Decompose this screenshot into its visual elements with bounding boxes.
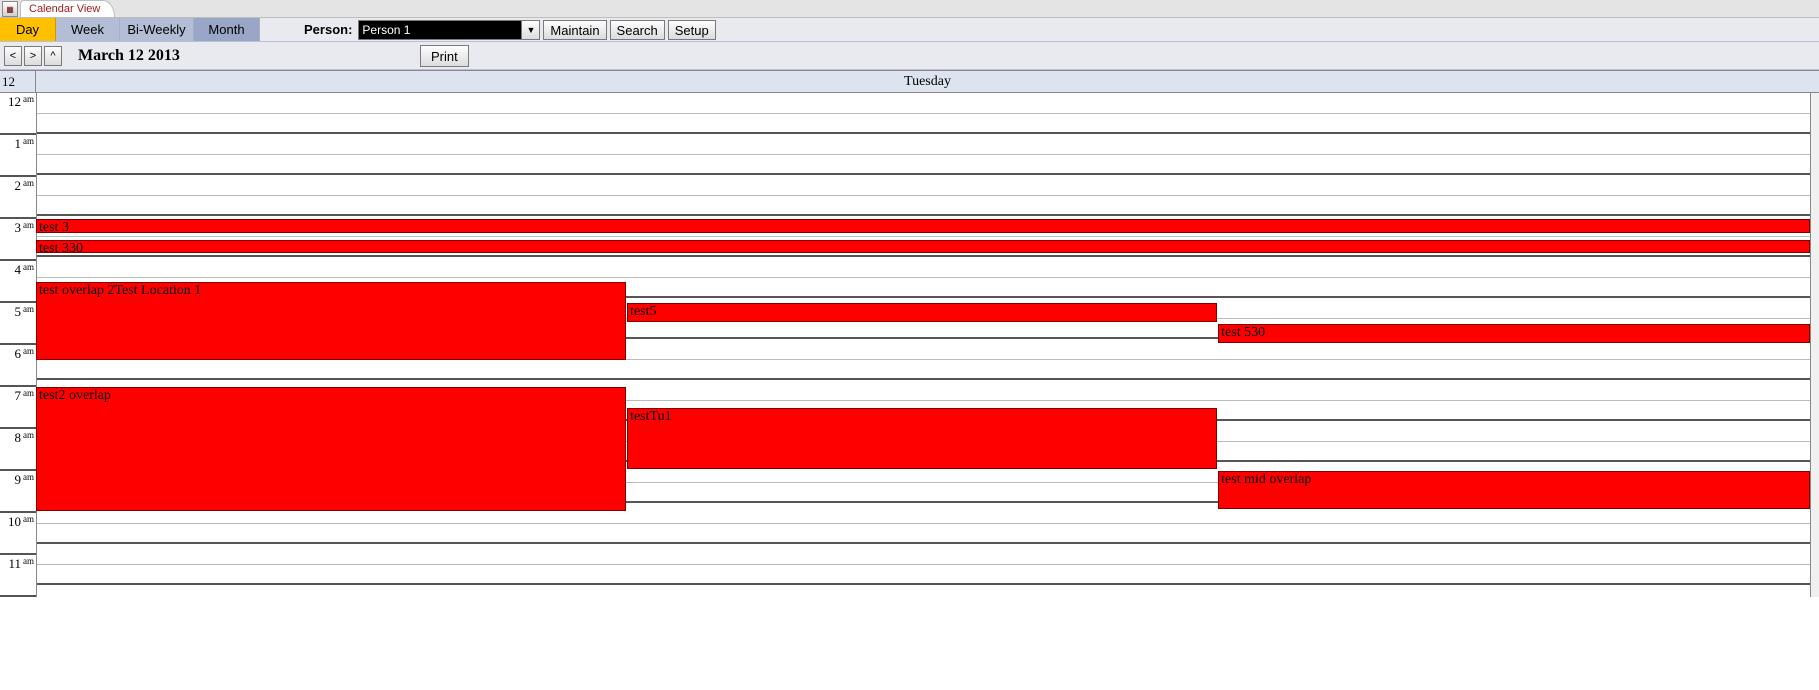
day-number-header: 12 — [0, 71, 36, 92]
view-tab-day[interactable]: Day — [0, 18, 56, 41]
time-gutter-hour: 4am — [0, 261, 36, 303]
nav-button-group: < > ^ — [4, 46, 62, 66]
day-name-header: Tuesday — [36, 71, 1819, 92]
calendar-event[interactable]: test 3 — [36, 219, 1810, 233]
calendar-event[interactable]: test overlap 2Test Location 1 — [36, 282, 626, 360]
time-gutter-hour: 9am — [0, 471, 36, 513]
calendar-body: 12am1am2am3am4am5am6am7am8am9am10am11am … — [0, 93, 1819, 597]
nav-up-button[interactable]: ^ — [44, 46, 62, 66]
time-gutter-hour: 2am — [0, 177, 36, 219]
calendar-toolbar: Day Week Bi-Weekly Month Person: Person … — [0, 18, 1819, 42]
view-tab-biweekly[interactable]: Bi-Weekly — [120, 18, 194, 41]
form-tab-label: Calendar View — [29, 3, 100, 15]
print-button[interactable]: Print — [420, 45, 469, 67]
events-layer: test 3 test 330 test overlap 2Test Locatio… — [36, 93, 1811, 597]
vertical-scrollbar[interactable] — [1811, 93, 1819, 597]
view-mode-tabs: Day Week Bi-Weekly Month — [0, 18, 260, 41]
calendar-event[interactable]: test5 — [627, 303, 1217, 322]
time-gutter-hour: 3am — [0, 219, 36, 261]
calendar-event[interactable]: test 330 — [36, 240, 1810, 253]
time-gutter-hour: 7am — [0, 387, 36, 429]
nav-next-button[interactable]: > — [24, 46, 42, 66]
person-combobox[interactable]: Person 1 ▼ — [358, 20, 540, 40]
time-gutter: 12am1am2am3am4am5am6am7am8am9am10am11am — [0, 93, 36, 597]
time-gutter-hour: 8am — [0, 429, 36, 471]
toolbar-spacer — [260, 18, 304, 41]
time-gutter-hour: 11am — [0, 555, 36, 597]
time-gutter-hour: 12am — [0, 93, 36, 135]
calendar-event[interactable]: test2 overlap — [36, 387, 626, 511]
form-tab-strip: ▦ Calendar View — [0, 0, 1819, 18]
calendar-grid: 12 Tuesday 12am1am2am3am4am5am6am7am8am9… — [0, 70, 1819, 597]
calendar-event[interactable]: test 530 — [1218, 324, 1810, 343]
view-tab-week[interactable]: Week — [56, 18, 120, 41]
time-gutter-hour: 6am — [0, 345, 36, 387]
calendar-header-row: < > ^ March 12 2013 Print — [0, 42, 1819, 70]
maintain-button[interactable]: Maintain — [543, 20, 606, 40]
chevron-down-icon[interactable]: ▼ — [522, 20, 540, 40]
calendar-event[interactable]: testTu1 — [627, 408, 1217, 469]
time-gutter-hour: 5am — [0, 303, 36, 345]
setup-button[interactable]: Setup — [668, 20, 716, 40]
view-tab-month[interactable]: Month — [194, 18, 260, 41]
date-title: March 12 2013 — [78, 47, 180, 65]
nav-prev-button[interactable]: < — [4, 46, 22, 66]
form-tab-calendar-view[interactable]: Calendar View — [20, 0, 115, 17]
access-form-icon: ▦ — [2, 1, 18, 17]
search-button[interactable]: Search — [610, 20, 665, 40]
calendar-event[interactable]: test mid overlap — [1218, 471, 1810, 509]
calendar-day-header: 12 Tuesday — [0, 71, 1819, 93]
time-gutter-hour: 1am — [0, 135, 36, 177]
time-gutter-hour: 10am — [0, 513, 36, 555]
person-label: Person: — [304, 18, 358, 41]
person-combobox-value[interactable]: Person 1 — [358, 20, 522, 40]
